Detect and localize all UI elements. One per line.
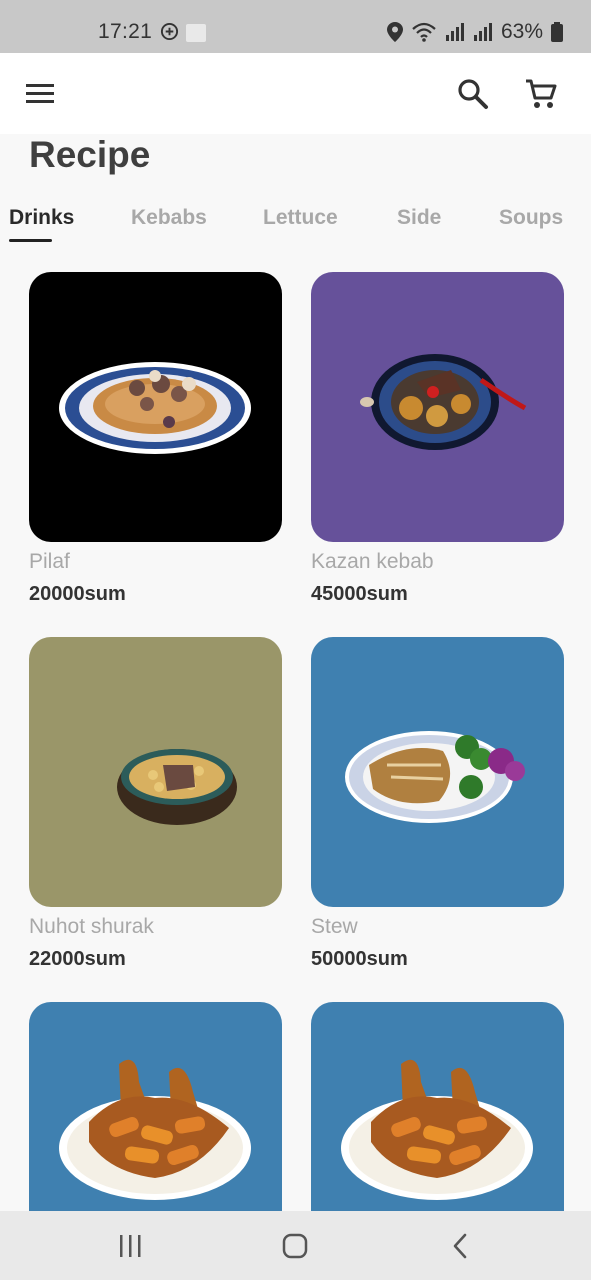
product-image [29,637,282,907]
cart-icon[interactable] [523,76,559,112]
product-price: 22000sum [29,948,126,970]
product-name: Stew [311,915,358,938]
app-bar [0,53,591,134]
nuhot-shurak-dish-image [117,749,237,825]
stew-dish-image [345,731,525,823]
notification-icon [186,24,206,42]
menu-icon[interactable] [24,79,56,109]
status-time: 17:21 [98,20,153,43]
product-card[interactable]: Stew 50000sum [311,637,564,970]
product-name: Pilaf [29,550,70,573]
product-image [29,272,282,542]
signal-icon-2 [473,23,492,41]
location-icon [386,22,403,42]
category-tabs: Drinks Kebabs Lettuce Side Soups [0,200,591,248]
product-name: Kazan kebab [311,550,434,573]
product-price: 45000sum [311,583,408,605]
battery-percent: 63% [500,20,543,43]
tab-lettuce[interactable]: Lettuce [263,206,338,230]
whatsapp-icon [160,22,179,41]
product-price: 20000sum [29,583,126,605]
product-image [311,272,564,542]
wifi-icon [412,22,436,42]
product-card[interactable]: Nuhot shurak 22000sum [29,637,282,970]
page-title: Recipe [29,134,151,175]
signal-icon [445,23,464,41]
battery-icon [551,22,563,42]
pilaf-dish-image [59,362,251,454]
product-price: 50000sum [311,948,408,970]
product-card[interactable]: Pilaf 20000sum [29,272,282,605]
tab-drinks[interactable]: Drinks [9,206,74,230]
tab-side[interactable]: Side [397,206,441,230]
product-name: Nuhot shurak [29,915,154,938]
product-card[interactable]: Kazan kebab 45000sum [311,272,564,605]
system-nav-bar [0,1211,591,1280]
search-icon[interactable] [456,77,490,111]
product-image [311,637,564,907]
home-icon[interactable] [275,1231,315,1261]
back-icon[interactable] [441,1231,481,1261]
tab-kebabs[interactable]: Kebabs [131,206,207,230]
status-right-group: 63% [386,20,563,44]
active-tab-indicator [9,239,52,242]
recent-apps-icon[interactable] [110,1231,150,1261]
status-bar: 17:21 63% [0,0,591,53]
tab-soups[interactable]: Soups [499,206,563,230]
kazan-kebab-dish-image [360,354,527,450]
